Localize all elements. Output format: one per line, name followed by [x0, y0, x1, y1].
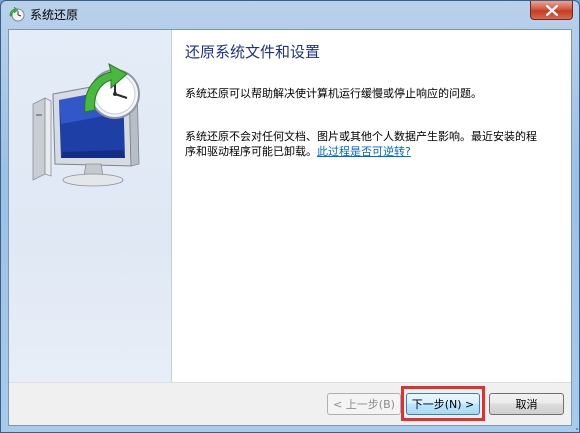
window-title: 系统还原 — [30, 8, 79, 22]
system-restore-icon — [9, 6, 25, 23]
content-panel: 还原系统文件和设置 系统还原可以帮助解决使计算机运行缓慢或停止响应的问题。 系统… — [172, 30, 571, 382]
back-button[interactable]: < 上一步(B) — [327, 393, 401, 415]
reversible-link[interactable]: 此过程是否可逆转? — [317, 145, 411, 158]
resize-grip[interactable] — [567, 420, 579, 432]
cancel-button[interactable]: 取消 — [489, 393, 564, 415]
page-title: 还原系统文件和设置 — [185, 43, 321, 61]
dialog-client-area: 还原系统文件和设置 系统还原可以帮助解决使计算机运行缓慢或停止响应的问题。 系统… — [8, 29, 572, 426]
title-bar[interactable]: 系统还原 — [1, 1, 579, 29]
close-icon — [545, 4, 558, 16]
description-text: 系统还原可以帮助解决使计算机运行缓慢或停止响应的问题。 — [185, 87, 482, 100]
system-restore-window: 系统还原 还原系统文件和设置 系统还原可以帮助解决使计算机运行缓慢或停止响应的问… — [0, 0, 580, 433]
info-text: 系统还原不会对任何文档、图片或其他个人数据产生影响。最近安装的程序和驱动程序可能… — [185, 129, 545, 159]
close-button[interactable] — [530, 1, 573, 20]
system-restore-illustration — [31, 54, 151, 190]
button-bar: < 上一步(B) 下一步(N) > 取消 — [9, 382, 571, 425]
left-panel — [9, 30, 172, 382]
next-button[interactable]: 下一步(N) > — [406, 393, 480, 415]
